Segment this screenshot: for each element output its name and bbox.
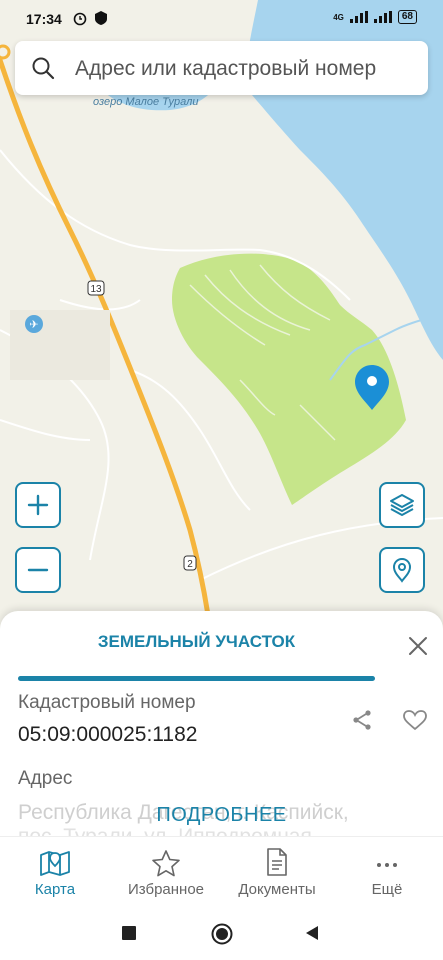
status-icons-right: 4G 68	[333, 10, 417, 24]
heart-icon[interactable]	[402, 709, 428, 731]
vpn-icon	[95, 11, 107, 25]
status-time: 17:34	[26, 11, 62, 27]
sheet-title-underline	[18, 676, 375, 681]
plus-icon	[27, 494, 49, 516]
zoom-in-button[interactable]	[15, 482, 61, 528]
tab-documents[interactable]: Документы	[222, 837, 332, 907]
app-screen: 13 2 ✈ озеро Малое Турали 17:34 4G 68 Ад…	[0, 0, 443, 960]
sheet-title: ЗЕМЕЛЬНЫЙ УЧАСТОК	[97, 632, 296, 651]
tab-documents-label: Документы	[238, 881, 316, 898]
tab-map[interactable]: Карта	[0, 837, 110, 907]
cadastral-label: Кадастровый номер	[18, 692, 196, 713]
battery-level: 68	[397, 10, 417, 24]
lake-label: озеро Малое Турали	[93, 96, 199, 108]
document-icon	[267, 848, 287, 876]
tab-map-label: Карта	[34, 881, 76, 898]
tab-more[interactable]: Ещё	[332, 837, 442, 907]
layers-icon	[390, 494, 414, 516]
status-bar: 17:34 4G 68	[0, 0, 443, 40]
share-icon[interactable]	[350, 708, 374, 732]
recent-apps-icon[interactable]	[122, 926, 136, 940]
tab-favorites-label: Избранное	[127, 881, 205, 898]
system-nav-bar	[0, 906, 443, 960]
road-badge-text-2: 2	[187, 559, 193, 570]
map-icon	[40, 851, 70, 876]
zoom-out-button[interactable]	[15, 547, 61, 593]
airport-area: ✈	[10, 310, 110, 380]
search-bar[interactable]	[15, 41, 428, 97]
location-pin-icon	[392, 557, 412, 583]
search-input[interactable]	[73, 41, 422, 97]
road-badge-text-13: 13	[90, 284, 102, 295]
road-badge-2: 2	[183, 555, 197, 571]
signal-icon	[349, 11, 368, 23]
signal-icon-2	[373, 11, 392, 23]
road-badge-13: 13	[87, 280, 105, 296]
close-icon[interactable]	[407, 635, 429, 657]
back-icon[interactable]	[304, 925, 320, 941]
minus-icon	[27, 568, 49, 572]
bottom-tab-bar: Карта Избранное Документы Ещё	[0, 836, 443, 907]
tab-more-label: Ещё	[371, 881, 403, 898]
svg-text:✈: ✈	[29, 318, 38, 331]
cadastral-value: 05:09:000025:1182	[18, 723, 198, 746]
address-label: Адрес	[18, 768, 73, 789]
search-icon	[32, 57, 55, 80]
my-location-button[interactable]	[379, 547, 425, 593]
alarm-icon	[73, 12, 87, 26]
layers-button[interactable]	[379, 482, 425, 528]
tab-favorites[interactable]: Избранное	[111, 837, 221, 907]
home-icon[interactable]	[211, 923, 233, 945]
more-icon	[377, 863, 397, 867]
status-icons-left	[72, 10, 108, 26]
network-type: 4G	[333, 12, 344, 22]
more-button[interactable]: ПОДРОБНЕЕ	[0, 804, 443, 827]
star-icon	[152, 850, 180, 877]
